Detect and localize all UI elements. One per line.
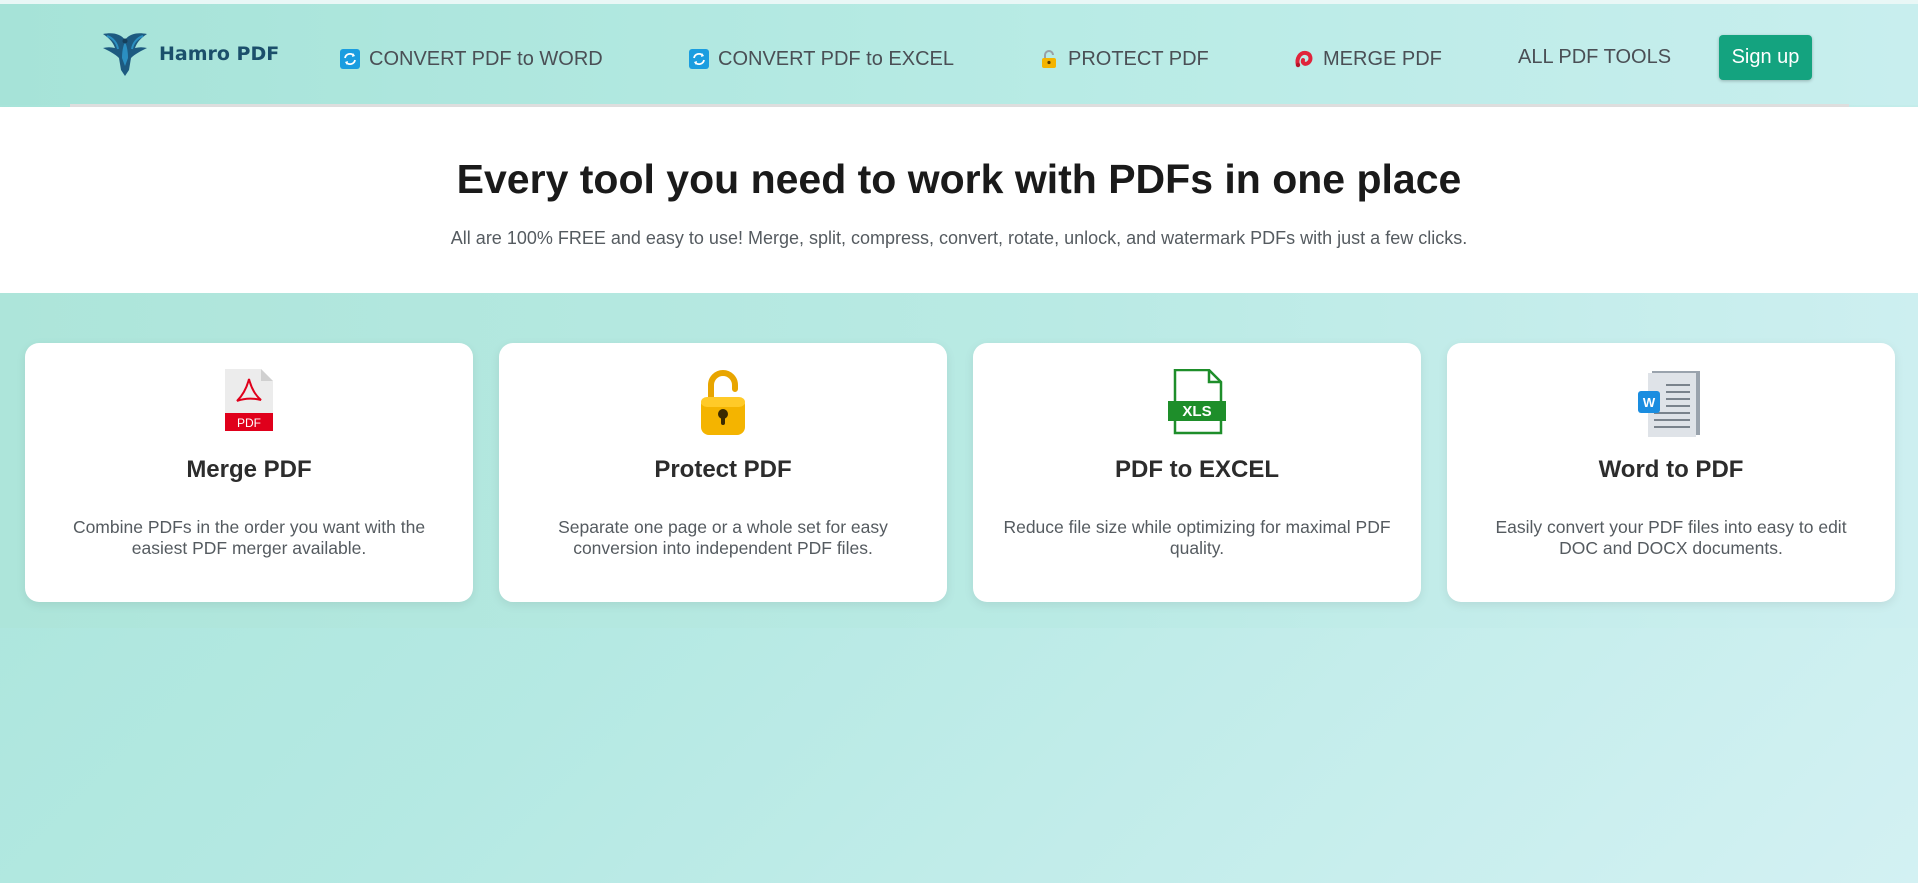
tool-card-protect-pdf[interactable]: Protect PDF Separate one page or a whole… [499, 343, 947, 602]
tools-section: PDF Merge PDF Combine PDFs in the order … [0, 293, 1918, 628]
nav-label: CONVERT PDF to WORD [369, 47, 603, 70]
xls-file-icon: XLS [1168, 369, 1226, 435]
merge-icon [1295, 50, 1313, 68]
card-title: Protect PDF [654, 456, 792, 483]
convert-icon [689, 49, 709, 69]
logo-text: Hamro PDF [159, 43, 280, 65]
lock-icon [1042, 50, 1056, 68]
nav-label: ALL PDF TOOLS [1518, 45, 1672, 68]
pdf-file-icon: PDF [225, 369, 273, 431]
logo[interactable]: Hamro PDF [95, 30, 279, 78]
card-icon-wrap: PDF [25, 369, 473, 433]
card-title: Merge PDF [186, 456, 312, 483]
site-header: Hamro PDF CONVERT PDF to WORD CONVERT PD… [0, 4, 1918, 105]
sign-up-button[interactable]: Sign up [1719, 35, 1812, 80]
nav-merge-pdf[interactable]: MERGE PDF [1294, 42, 1442, 76]
tool-card-pdf-to-excel[interactable]: XLS PDF to EXCEL Reduce file size while … [973, 343, 1421, 602]
nav-convert-pdf-to-word[interactable]: CONVERT PDF to WORD [340, 42, 603, 76]
page-subtitle: All are 100% FREE and easy to use! Merge… [450, 228, 1468, 248]
card-description: Combine PDFs in the order you want with … [72, 517, 426, 558]
nav-all-pdf-tools[interactable]: ALL PDF TOOLS [1518, 40, 1671, 74]
card-icon-wrap [499, 369, 947, 435]
nav-protect-pdf[interactable]: PROTECT PDF [1039, 42, 1209, 76]
xls-badge-text: XLS [1182, 403, 1211, 420]
convert-icon [340, 49, 360, 69]
card-icon-wrap: W [1447, 369, 1895, 437]
nav-label: CONVERT PDF to EXCEL [718, 47, 954, 70]
tool-card-merge-pdf[interactable]: PDF Merge PDF Combine PDFs in the order … [25, 343, 473, 602]
word-document-icon: W [1638, 371, 1700, 437]
card-title: Word to PDF [1598, 456, 1744, 483]
hero-section: Every tool you need to work with PDFs in… [0, 107, 1918, 293]
card-icon-wrap: XLS [973, 369, 1421, 435]
card-description: Reduce file size while optimizing for ma… [1003, 517, 1391, 558]
page-title: Every tool you need to work with PDFs in… [456, 156, 1462, 202]
nav-convert-pdf-to-excel[interactable]: CONVERT PDF to EXCEL [689, 42, 954, 76]
padlock-icon [701, 370, 745, 435]
card-title: PDF to EXCEL [1114, 456, 1279, 483]
nav-label: MERGE PDF [1323, 47, 1442, 70]
card-description: Easily convert your PDF files into easy … [1495, 517, 1847, 558]
word-badge-text: W [1643, 395, 1656, 410]
nav-label: PROTECT PDF [1068, 47, 1209, 70]
pdf-badge-text: PDF [237, 416, 261, 430]
eagle-logo-icon [103, 33, 147, 76]
card-description: Separate one page or a whole set for eas… [558, 517, 888, 558]
tool-card-word-to-pdf[interactable]: W Word to PDF Easily convert your PDF fi… [1447, 343, 1895, 602]
